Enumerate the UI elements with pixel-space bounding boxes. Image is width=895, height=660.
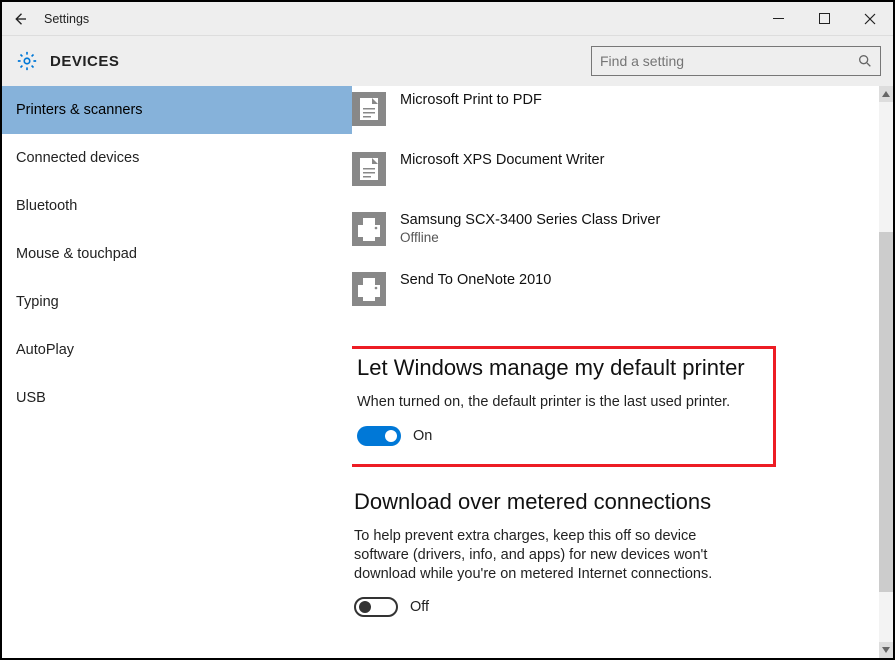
search-input[interactable] xyxy=(591,46,881,76)
sidebar: Printers & scanners Connected devices Bl… xyxy=(2,86,352,658)
maximize-button[interactable] xyxy=(801,2,847,36)
sidebar-item-autoplay[interactable]: AutoPlay xyxy=(2,326,352,374)
section-title-metered: Download over metered connections xyxy=(354,489,869,515)
section-metered: Download over metered connections To hel… xyxy=(354,489,869,618)
close-icon xyxy=(864,13,876,25)
sidebar-item-typing[interactable]: Typing xyxy=(2,278,352,326)
window-title: Settings xyxy=(38,12,89,26)
sidebar-item-bluetooth[interactable]: Bluetooth xyxy=(2,182,352,230)
printer-row[interactable]: Send To OneNote 2010 xyxy=(352,266,869,326)
printer-icon xyxy=(352,272,386,306)
settings-window: Settings DEVICES Printers & scanners C xyxy=(0,0,895,660)
printer-name: Samsung SCX-3400 Series Class Driver xyxy=(400,212,660,228)
search-wrap xyxy=(591,46,881,76)
sidebar-item-label: Connected devices xyxy=(16,150,139,166)
printer-row[interactable]: Samsung SCX-3400 Series Class Driver Off… xyxy=(352,206,869,266)
sidebar-item-label: Printers & scanners xyxy=(16,102,143,118)
document-icon xyxy=(352,152,386,186)
body: Printers & scanners Connected devices Bl… xyxy=(2,86,893,658)
sidebar-item-mouse-touchpad[interactable]: Mouse & touchpad xyxy=(2,230,352,278)
section-title-default-printer: Let Windows manage my default printer xyxy=(357,355,765,381)
sidebar-item-usb[interactable]: USB xyxy=(2,374,352,422)
toggle-state-label: On xyxy=(413,428,432,444)
page-title: DEVICES xyxy=(50,53,119,70)
content: Microsoft Print to PDF Microsoft XPS Doc… xyxy=(352,86,893,658)
minimize-icon xyxy=(773,13,784,24)
section-desc-metered: To help prevent extra charges, keep this… xyxy=(354,527,754,584)
toggle-row-metered: Off xyxy=(354,597,869,617)
scroll-up-button[interactable] xyxy=(879,86,893,102)
back-button[interactable] xyxy=(2,2,38,36)
maximize-icon xyxy=(819,13,830,24)
toggle-default-printer[interactable] xyxy=(357,426,401,446)
chevron-up-icon xyxy=(882,91,890,97)
toggle-knob xyxy=(385,430,397,442)
window-controls xyxy=(755,2,893,36)
sidebar-item-label: AutoPlay xyxy=(16,342,74,358)
printer-row[interactable]: Microsoft XPS Document Writer xyxy=(352,146,869,206)
printer-status: Offline xyxy=(400,230,660,245)
sidebar-item-label: Typing xyxy=(16,294,59,310)
back-arrow-icon xyxy=(11,10,29,28)
scroll-track[interactable] xyxy=(879,102,893,642)
section-desc-default-printer: When turned on, the default printer is t… xyxy=(357,393,757,412)
printer-name: Send To OneNote 2010 xyxy=(400,272,551,288)
scrollbar xyxy=(879,86,893,658)
content-inner: Microsoft Print to PDF Microsoft XPS Doc… xyxy=(352,86,893,617)
sidebar-item-label: Bluetooth xyxy=(16,198,77,214)
scroll-down-button[interactable] xyxy=(879,642,893,658)
titlebar: Settings xyxy=(2,2,893,36)
printer-row[interactable]: Microsoft Print to PDF xyxy=(352,86,869,146)
printer-name: Microsoft XPS Document Writer xyxy=(400,152,604,168)
chevron-down-icon xyxy=(882,647,890,653)
toggle-row-default-printer: On xyxy=(357,426,765,446)
gear-icon xyxy=(16,50,38,72)
minimize-button[interactable] xyxy=(755,2,801,36)
toggle-state-label: Off xyxy=(410,599,429,615)
printer-name: Microsoft Print to PDF xyxy=(400,92,542,108)
sidebar-item-label: USB xyxy=(16,390,46,406)
sidebar-item-connected-devices[interactable]: Connected devices xyxy=(2,134,352,182)
scroll-thumb[interactable] xyxy=(879,232,893,592)
toggle-metered[interactable] xyxy=(354,597,398,617)
sidebar-item-printers[interactable]: Printers & scanners xyxy=(2,86,352,134)
toggle-knob xyxy=(359,601,371,613)
search-icon xyxy=(857,53,873,69)
highlight-box: Let Windows manage my default printer Wh… xyxy=(352,346,776,467)
document-icon xyxy=(352,92,386,126)
printer-icon xyxy=(352,212,386,246)
sidebar-item-label: Mouse & touchpad xyxy=(16,246,137,262)
close-button[interactable] xyxy=(847,2,893,36)
header: DEVICES xyxy=(2,36,893,86)
